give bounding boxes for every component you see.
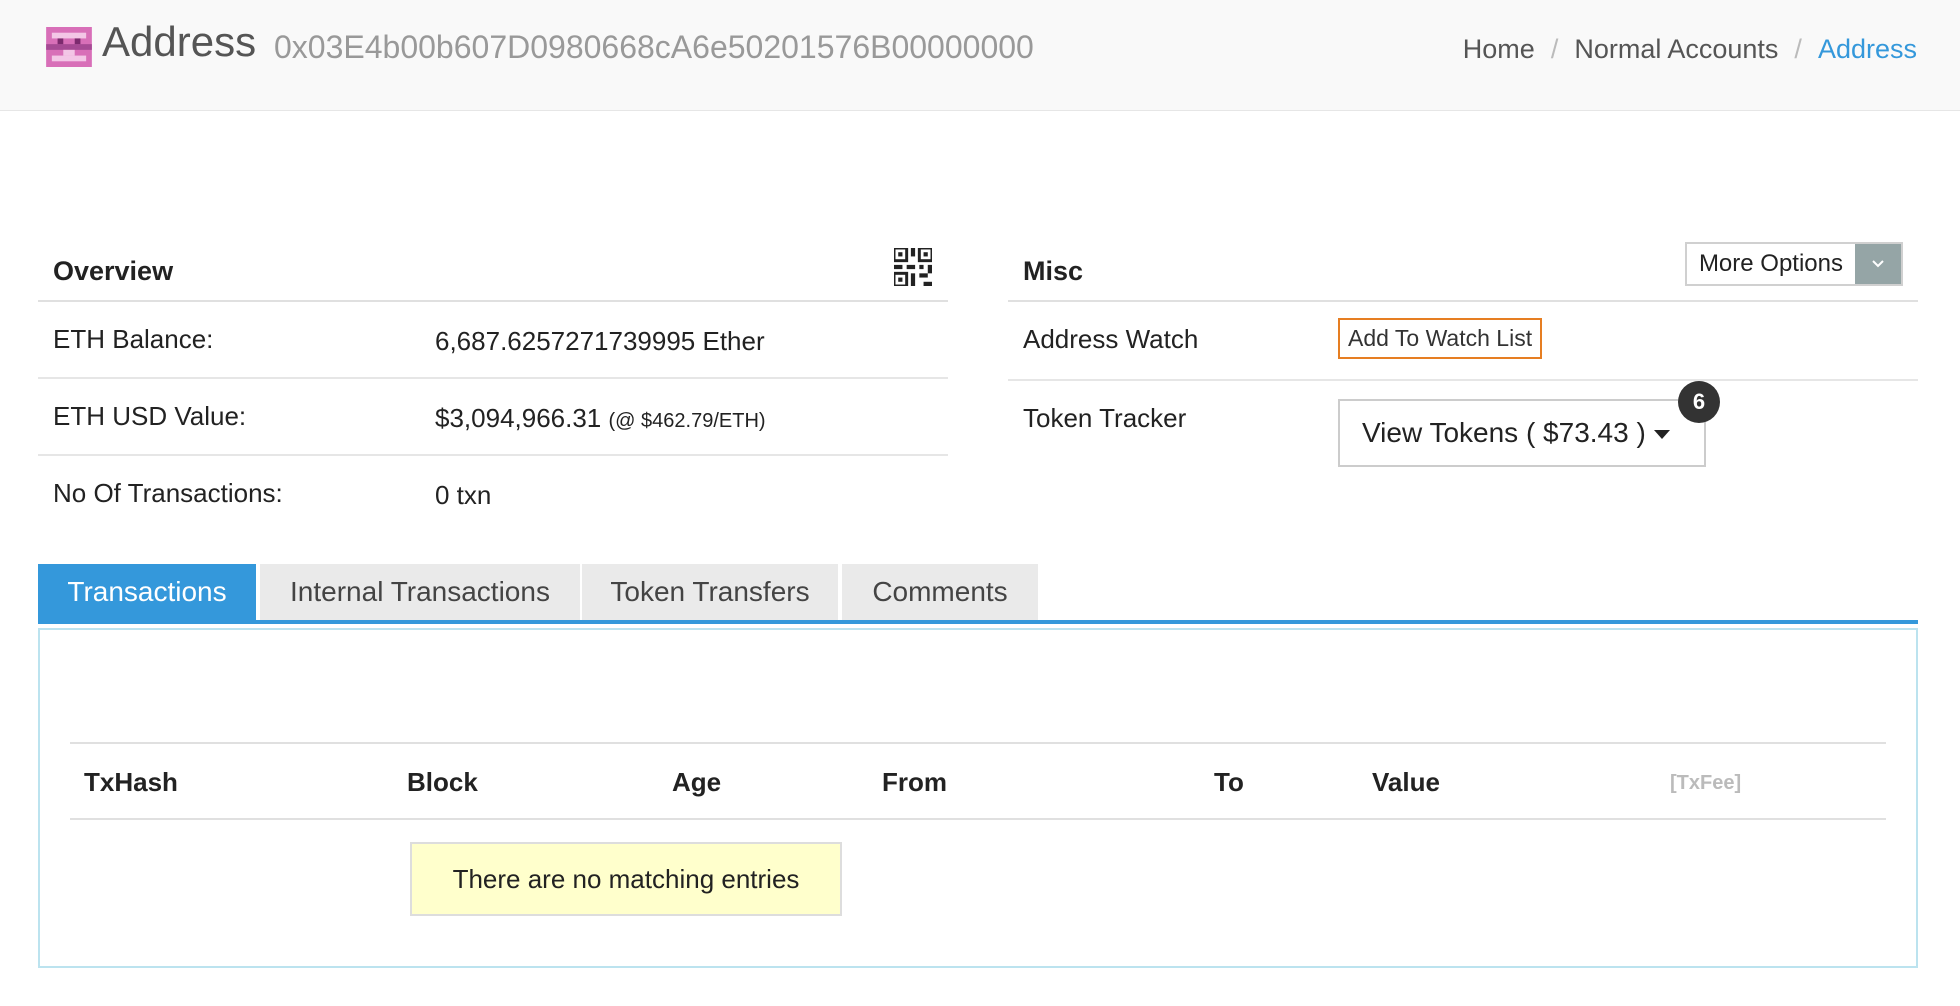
caret-down-icon [1653,430,1670,440]
transactions-panel: TxHash Block Age From To Value [TxFee] T… [38,628,1918,968]
view-tokens-dropdown[interactable]: View Tokens ( $73.43 ) [1338,399,1706,467]
column-txhash: TxHash [84,767,178,797]
empty-table-message: There are no matching entries [410,842,842,916]
tab-token-transfers[interactable]: Token Transfers [582,564,838,620]
column-to: To [1214,767,1244,797]
eth-usd-amount: $3,094,966.31 [435,403,602,433]
address-tabs: Transactions Internal Transactions Token… [38,564,1918,624]
more-options-button[interactable]: More Options [1684,242,1903,286]
table-header: TxHash Block Age From To Value [TxFee] [70,742,1886,820]
breadcrumb-separator: / [1794,34,1802,64]
transactions-count-value: 0 txn [435,480,492,510]
tab-comments[interactable]: Comments [842,564,1038,620]
qr-code-icon[interactable] [894,248,932,286]
column-txfee[interactable]: [TxFee] [1670,772,1741,795]
eth-balance-row: ETH Balance: 6,687.6257271739995 Ether [38,302,948,379]
eth-price-note: (@ $462.79/ETH) [608,410,766,432]
eth-balance-value: 6,687.6257271739995 Ether [435,326,765,356]
chevron-down-icon [1855,244,1901,284]
breadcrumb-address: Address [1817,34,1917,64]
eth-usd-value: $3,094,966.31 (@ $462.79/ETH) [435,403,766,434]
address-identicon-icon [46,27,92,67]
transactions-count-label: No Of Transactions: [53,478,283,508]
add-to-watch-list-button[interactable]: Add To Watch List [1338,318,1543,359]
breadcrumb-normal-accounts[interactable]: Normal Accounts [1574,34,1778,65]
token-tracker-label: Token Tracker [1023,403,1187,433]
more-options-label: More Options [1686,244,1855,284]
breadcrumb-home[interactable]: Home [1463,34,1535,65]
transactions-count-row: No Of Transactions: 0 txn [38,456,948,533]
tab-internal-transactions[interactable]: Internal Transactions [260,564,580,620]
address-hash: 0x03E4b00b607D0980668cA6e50201576B000000… [274,29,1034,65]
eth-usd-value-label: ETH USD Value: [53,401,247,431]
column-from: From [882,767,947,797]
token-count-badge: 6 [1678,381,1720,423]
misc-panel-header: Misc More Options [1008,234,1918,302]
misc-title: Misc [1023,256,1084,286]
address-watch-row: Address Watch Add To Watch List [1008,302,1918,381]
eth-balance-label: ETH Balance: [53,324,214,354]
overview-title: Overview [53,256,174,286]
page-header: Address 0x03E4b00b607D0980668cA6e5020157… [0,0,1960,111]
column-age: Age [672,767,722,797]
token-tracker-row: Token Tracker View Tokens ( $73.43 ) 6 [1008,381,1918,491]
tab-transactions[interactable]: Transactions [38,564,256,624]
column-value: Value [1372,767,1440,797]
breadcrumb: Home / Normal Accounts / Address [1463,34,1917,65]
overview-panel-header: Overview [38,234,948,302]
address-watch-label: Address Watch [1023,324,1199,354]
page-title: Address [102,18,257,65]
eth-usd-value-row: ETH USD Value: $3,094,966.31 (@ $462.79/… [38,379,948,456]
column-block: Block [407,767,478,797]
breadcrumb-separator: / [1550,34,1559,64]
view-tokens-label: View Tokens ( $73.43 ) [1362,417,1646,448]
